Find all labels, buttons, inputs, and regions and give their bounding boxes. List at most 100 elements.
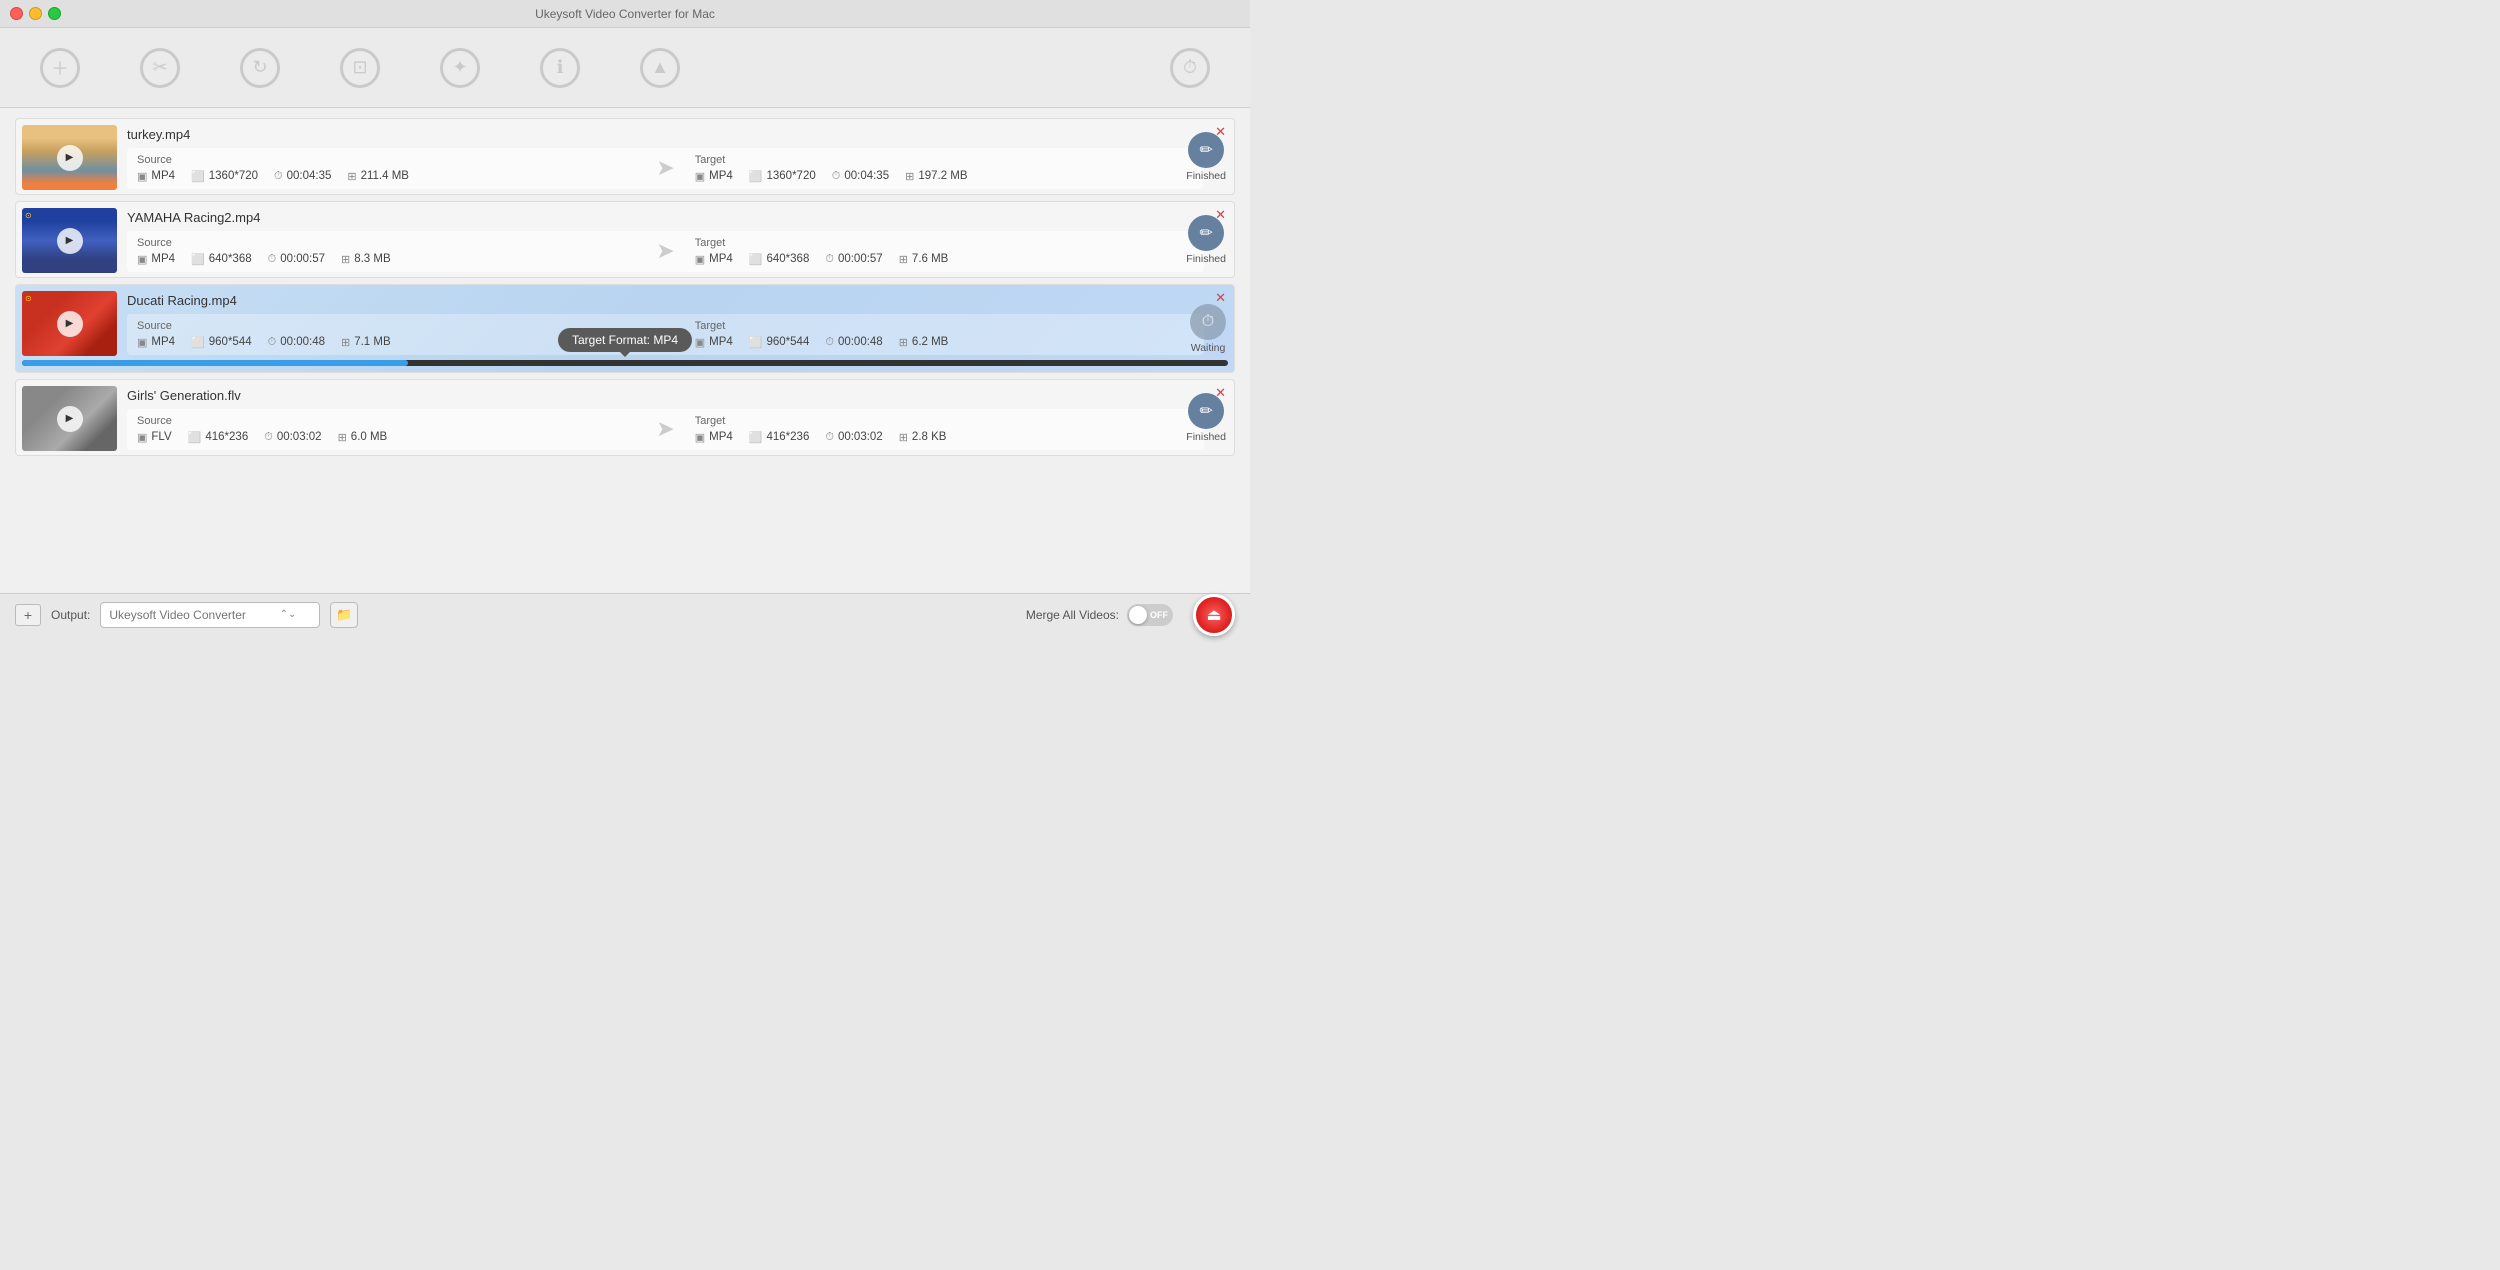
yamaha-details: Source ▣ MP4 ⬜ 640*368 [127, 231, 1204, 272]
yamaha-target-res: ⬜ 640*368 [749, 253, 810, 266]
turkey-source-res: ⬜ 1360*720 [191, 170, 258, 183]
girls-thumbnail[interactable]: ▶ [22, 386, 117, 451]
yamaha-filename: YAMAHA Racing2.mp4 [127, 210, 1204, 225]
ducati-play-button[interactable]: ▶ [57, 311, 83, 337]
clock-icon8: ⏱ [825, 431, 834, 444]
turkey-target-size: ⊞ 197.2 MB [905, 170, 967, 183]
girls-header: ▶ Girls' Generation.flv Source ▣ FLV [16, 380, 1234, 455]
girls-target-size: ⊞ 2.8 KB [899, 431, 947, 444]
toolbar-convert[interactable]: ↻ [240, 48, 280, 88]
ducati-status-label: Waiting [1191, 342, 1226, 354]
turkey-status-label: Finished [1186, 170, 1226, 182]
ducati-source-dur: ⏱ 00:00:48 [268, 336, 325, 349]
format-icon7: ▣ [137, 431, 147, 444]
girls-arrow: ➤ [636, 416, 694, 442]
girls-status-label: Finished [1186, 431, 1226, 443]
turkey-thumb-overlay: ▶ [22, 125, 117, 190]
convert-button[interactable]: ⏏ [1193, 594, 1235, 636]
size-icon6: ⊞ [899, 336, 908, 349]
ducati-source-label: Source [137, 320, 636, 332]
turkey-target-dur: ⏱ 00:04:35 [832, 170, 889, 183]
res-icon8: ⬜ [749, 431, 763, 444]
turkey-thumbnail[interactable]: ▶ [22, 125, 117, 190]
turkey-source-size: ⊞ 211.4 MB [347, 170, 409, 183]
turkey-arrow: ➤ [636, 155, 694, 181]
res-icon4: ⬜ [749, 253, 763, 266]
output-label: Output: [51, 608, 90, 622]
toolbar-share[interactable]: ▲ [640, 48, 680, 88]
yamaha-thumbnail[interactable]: ▶ ⊙ [22, 208, 117, 273]
girls-thumb-overlay: ▶ [22, 386, 117, 451]
close-ducati-button[interactable]: ✕ [1215, 291, 1226, 304]
ducati-target-dur: ⏱ 00:00:48 [825, 336, 882, 349]
toolbar-add[interactable]: ＋ [40, 48, 80, 88]
turkey-play-button[interactable]: ▶ [57, 145, 83, 171]
turkey-target: Target ▣ MP4 ⬜ 1360*720 [695, 154, 1194, 183]
format-icon3: ▣ [137, 253, 147, 266]
girls-source-label: Source [137, 415, 636, 427]
ducati-target: Target ▣ MP4 ⬜ 960*544 [695, 320, 1194, 349]
app-title: Ukeysoft Video Converter for Mac [535, 7, 715, 21]
toggle-off-label: OFF [1150, 610, 1168, 620]
convert-icon: ↻ [240, 48, 280, 88]
arrow-icon: ➤ [656, 155, 674, 181]
yamaha-play-button[interactable]: ▶ [57, 228, 83, 254]
ducati-thumbnail[interactable]: ▶ ⊙ [22, 291, 117, 356]
video-item-yamaha: ✕ ▶ ⊙ YAMAHA Racing2.mp4 Source ▣ [15, 201, 1235, 278]
yamaha-info: YAMAHA Racing2.mp4 Source ▣ MP4 ⬜ [127, 210, 1204, 272]
output-path-input[interactable] [100, 602, 320, 628]
ducati-target-size: ⊞ 6.2 MB [899, 336, 949, 349]
toolbar-info[interactable]: ℹ [540, 48, 580, 88]
minimize-window-button[interactable] [29, 7, 42, 20]
browse-folder-button[interactable]: 📁 [330, 602, 358, 628]
format-icon4: ▣ [695, 253, 705, 266]
titlebar: Ukeysoft Video Converter for Mac [0, 0, 1250, 28]
clock-icon3: ⏱ [268, 253, 277, 266]
maximize-window-button[interactable] [48, 7, 61, 20]
close-window-button[interactable] [10, 7, 23, 20]
ducati-target-format: ▣ MP4 [695, 336, 733, 349]
ducati-status: ⏱ Waiting [1190, 304, 1226, 354]
yamaha-target-label: Target [695, 237, 1194, 249]
res-icon: ⬜ [191, 170, 205, 183]
ducati-source-size: ⊞ 7.1 MB [341, 336, 391, 349]
toolbar-cut[interactable]: ✂ [140, 48, 180, 88]
format-icon2: ▣ [695, 170, 705, 183]
yamaha-source-res: ⬜ 640*368 [191, 253, 252, 266]
toolbar-effects[interactable]: ✦ [440, 48, 480, 88]
girls-target-dur: ⏱ 00:03:02 [825, 431, 882, 444]
girls-status: ✏ Finished [1186, 393, 1226, 443]
girls-filename: Girls' Generation.flv [127, 388, 1204, 403]
girls-source-items: ▣ FLV ⬜ 416*236 ⏱ 00:03:02 [137, 431, 636, 444]
res-icon2: ⬜ [749, 170, 763, 183]
yamaha-target-items: ▣ MP4 ⬜ 640*368 ⏱ 00:00:57 [695, 253, 1194, 266]
turkey-source-dur: ⏱ 00:04:35 [274, 170, 331, 183]
effects-icon: ✦ [440, 48, 480, 88]
arrow-icon2: ➤ [656, 238, 674, 264]
girls-target-items: ▣ MP4 ⬜ 416*236 ⏱ 00:03:02 [695, 431, 1194, 444]
toolbar-compress[interactable]: ⊡ [340, 48, 380, 88]
yamaha-badge: ⊙ [25, 211, 32, 220]
turkey-status: ✏ Finished [1186, 132, 1226, 182]
info-icon: ℹ [540, 48, 580, 88]
yamaha-details-row: Source ▣ MP4 ⬜ 640*368 [137, 237, 1194, 266]
turkey-details: Source ▣ MP4 ⬜ 1360*720 [127, 148, 1204, 189]
turkey-details-row: Source ▣ MP4 ⬜ 1360*720 [137, 154, 1194, 183]
toolbar-history[interactable]: ⏱ [1170, 48, 1210, 88]
turkey-info: turkey.mp4 Source ▣ MP4 ⬜ [127, 127, 1204, 189]
girls-status-icon: ✏ [1188, 393, 1224, 429]
girls-target-label: Target [695, 415, 1194, 427]
merge-videos-section: Merge All Videos: OFF [1026, 604, 1173, 626]
turkey-source-label: Source [137, 154, 636, 166]
size-icon7: ⊞ [338, 431, 347, 444]
yamaha-status-icon: ✏ [1188, 215, 1224, 251]
merge-toggle[interactable]: OFF [1127, 604, 1173, 626]
format-icon6: ▣ [695, 336, 705, 349]
history-icon: ⏱ [1170, 48, 1210, 88]
yamaha-thumb-overlay: ▶ [22, 208, 117, 273]
ducati-target-label: Target [695, 320, 1194, 332]
ducati-target-items: ▣ MP4 ⬜ 960*544 ⏱ 00:00:48 [695, 336, 1194, 349]
add-video-button[interactable]: + [15, 604, 41, 626]
girls-play-button[interactable]: ▶ [57, 406, 83, 432]
format-tooltip: Target Format: MP4 [558, 328, 692, 352]
